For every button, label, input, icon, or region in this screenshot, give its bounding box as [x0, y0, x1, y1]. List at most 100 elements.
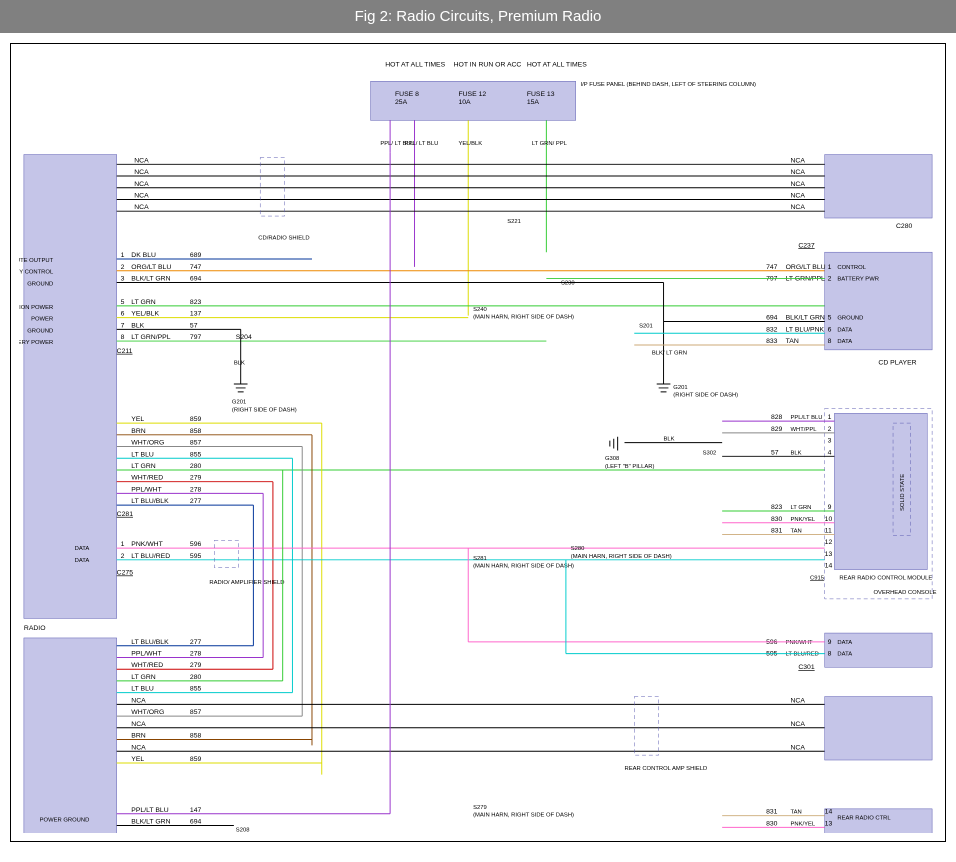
p7-n: 7 — [121, 322, 125, 329]
cdp6-c: LT BLU/PNK — [786, 326, 825, 333]
s201-label: S201 — [639, 323, 653, 329]
nca-lr2: NCA — [791, 721, 806, 728]
cd-player-name: CD PLAYER — [878, 360, 916, 367]
cd-bus-box — [825, 155, 932, 218]
p3-c: BLK/LT GRN — [131, 276, 170, 283]
c301-label: C301 — [798, 664, 815, 671]
s279-label: S279 — [473, 805, 487, 811]
rm11-num: 831 — [771, 527, 783, 534]
p7-c: BLK — [131, 322, 144, 329]
lw11-c: YEL — [131, 756, 144, 763]
lower-wires — [117, 470, 825, 763]
lw1-c: LT BLU/BLK — [131, 639, 169, 646]
c280-label: C280 — [896, 223, 913, 230]
g201r-note: (RIGHT SIDE OF DASH) — [673, 393, 738, 399]
amp-shield — [214, 540, 238, 567]
cdp8-c: TAN — [786, 338, 799, 345]
radio-box — [24, 155, 117, 619]
ip-panel-label: I/P FUSE PANEL (BEHIND DASH, LEFT OF STE… — [581, 82, 757, 88]
rear-module-box — [834, 413, 927, 569]
bw2-n: 694 — [190, 818, 202, 825]
cd-shield-label: CD/RADIO SHIELD — [258, 236, 309, 242]
g201-note: (RIGHT SIDE OF DASH) — [232, 407, 297, 413]
rm4-n: 4 — [828, 449, 832, 456]
p2-c: ORG/LT BLU — [131, 264, 171, 271]
mw8-c: LT BLU/BLK — [131, 498, 169, 505]
data-label: DATA — [75, 546, 90, 552]
rm4-c: BLK — [791, 450, 802, 456]
p5-num: 823 — [190, 299, 202, 306]
blk-label: BLK — [664, 437, 675, 443]
rc2-num: 830 — [766, 820, 778, 827]
bw1-c: PPL/LT BLU — [131, 807, 168, 814]
fuse13-label: FUSE 13 — [527, 91, 555, 98]
lw8-c: NCA — [131, 721, 146, 728]
cdp5-l: GROUND — [837, 316, 863, 322]
solid-state-label: SOLID STATE — [900, 474, 906, 511]
nca-l3: NCA — [134, 181, 149, 188]
rc2-c: PNK/YEL — [791, 821, 816, 827]
mute-label: MUTE OUTPUT — [19, 258, 54, 264]
cdp8-n: 8 — [828, 338, 832, 345]
cdp2-n: 2 — [828, 276, 832, 283]
cd-radio-shield — [260, 157, 284, 216]
rm12-n: 12 — [825, 539, 833, 546]
dw2-c: LT BLU/RED — [131, 553, 170, 560]
p6-n: 6 — [121, 311, 125, 318]
rm4-num: 57 — [771, 449, 779, 456]
hot-all2-label: HOT AT ALL TIMES — [527, 62, 587, 69]
cdp6-num: 832 — [766, 326, 778, 333]
rc1-n: 14 — [825, 809, 833, 816]
wiring-diagram: HOT AT ALL TIMES HOT IN RUN OR ACC HOT A… — [19, 52, 937, 833]
rc2-n: 13 — [825, 820, 833, 827]
nca-lr1: NCA — [791, 697, 806, 704]
rm2-c: WHT/PPL — [791, 427, 818, 433]
hot-run-label: HOT IN RUN OR ACC — [454, 62, 522, 69]
rm1-n: 1 — [828, 414, 832, 421]
right-data-box — [825, 633, 932, 667]
nca-l5: NCA — [134, 204, 149, 211]
radio-pin-wires — [117, 259, 825, 341]
mw6-c: WHT/RED — [131, 475, 163, 482]
rear-ctrl-name: REAR RADIO CTRL — [837, 816, 891, 822]
hot-all-label: HOT AT ALL TIMES — [385, 62, 445, 69]
g201-label: G201 — [232, 400, 246, 406]
p2-num: 747 — [190, 264, 202, 271]
gnd-label: GROUND — [27, 281, 53, 287]
lw3-c: WHT/RED — [131, 662, 163, 669]
g308-label: G308 — [605, 456, 619, 462]
svg-text:BLK: BLK — [234, 361, 245, 367]
overhead-label: OVERHEAD CONSOLE — [874, 590, 937, 596]
nca-l2: NCA — [134, 169, 149, 176]
rm2-n: 2 — [828, 426, 832, 433]
ltgrn-ppl-top: LT GRN/ PPL — [532, 141, 568, 147]
dw1-num: 596 — [190, 541, 202, 548]
cdp1-n: 1 — [828, 264, 832, 271]
cdp8-num: 833 — [766, 338, 778, 345]
batt-label: BATTERY POWER — [19, 340, 53, 346]
s280-label: S280 — [571, 546, 585, 552]
title-bar: Fig 2: Radio Circuits, Premium Radio — [0, 0, 956, 33]
cdp5-n: 5 — [828, 315, 832, 322]
p6-num: 137 — [190, 311, 202, 318]
p5-c: LT GRN — [131, 299, 155, 306]
cdp2-l: BATTERY PWR — [837, 277, 879, 283]
p8-n: 8 — [121, 334, 125, 341]
p8-c: LT GRN/PPL — [131, 334, 170, 341]
s240-note: (MAIN HARN, RIGHT SIDE OF DASH) — [473, 315, 574, 321]
mw1-c: YEL — [131, 416, 144, 423]
blk-ltgrn-wire: BLK/ LT GRN — [652, 351, 687, 357]
pwr-gnd-label: POWER GROUND — [40, 818, 90, 824]
cdp5-num: 694 — [766, 315, 778, 322]
fuse8-label: FUSE 8 — [395, 91, 419, 98]
fuse12-amp: 10A — [458, 99, 471, 106]
nca-r5: NCA — [791, 204, 806, 211]
rm1-c: PPL/LT BLU — [791, 415, 823, 421]
rd1-l: DATA — [837, 640, 852, 646]
lw5-n: 855 — [190, 686, 202, 693]
mw3-n: 857 — [190, 440, 202, 447]
lw9-c: BRN — [131, 733, 145, 740]
lw2-c: PPL/WHT — [131, 651, 162, 658]
lw7-c: WHT/ORG — [131, 709, 164, 716]
mw6-n: 279 — [190, 475, 202, 482]
